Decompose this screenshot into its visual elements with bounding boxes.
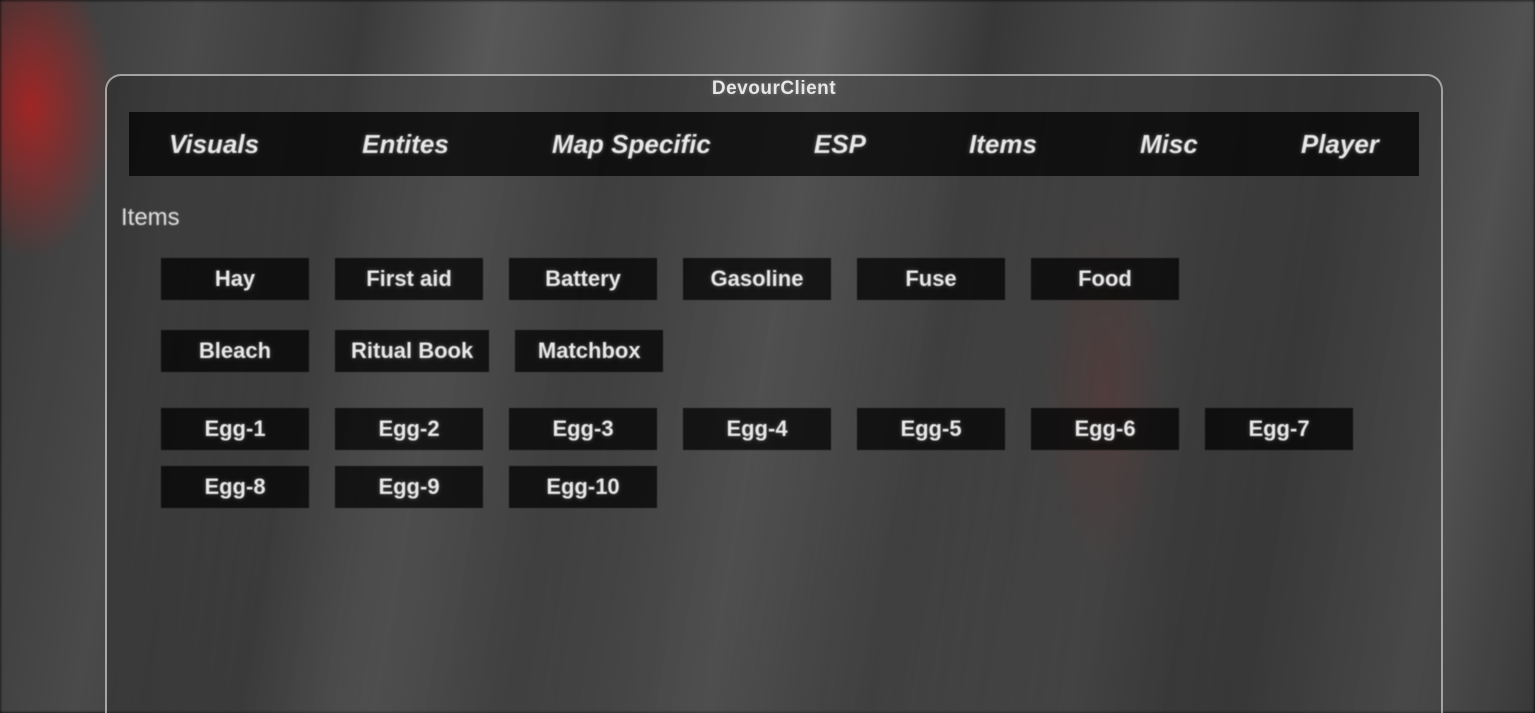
- items-row-2: Bleach Ritual Book Matchbox: [161, 330, 1419, 372]
- items-row-1: Hay First aid Battery Gasoline Fuse Food: [161, 258, 1419, 300]
- cheat-menu-panel: DevourClient Visuals Entites Map Specifi…: [105, 74, 1443, 713]
- tab-visuals[interactable]: Visuals: [169, 129, 259, 160]
- item-ritualbook-button[interactable]: Ritual Book: [335, 330, 489, 372]
- tab-bar: Visuals Entites Map Specific ESP Items M…: [129, 112, 1419, 176]
- items-grid: Hay First aid Battery Gasoline Fuse Food…: [129, 258, 1419, 508]
- section-title: Items: [121, 204, 1419, 232]
- item-hay-button[interactable]: Hay: [161, 258, 309, 300]
- item-food-button[interactable]: Food: [1031, 258, 1179, 300]
- tab-misc[interactable]: Misc: [1140, 129, 1198, 160]
- tab-entities[interactable]: Entites: [362, 129, 449, 160]
- tab-player[interactable]: Player: [1301, 129, 1379, 160]
- item-egg-3-button[interactable]: Egg-3: [509, 408, 657, 450]
- eggs-row-1: Egg-1 Egg-2 Egg-3 Egg-4 Egg-5 Egg-6 Egg-…: [161, 408, 1419, 450]
- tab-items[interactable]: Items: [969, 129, 1037, 160]
- item-egg-9-button[interactable]: Egg-9: [335, 466, 483, 508]
- item-matchbox-button[interactable]: Matchbox: [515, 330, 663, 372]
- item-fuse-button[interactable]: Fuse: [857, 258, 1005, 300]
- item-egg-4-button[interactable]: Egg-4: [683, 408, 831, 450]
- item-battery-button[interactable]: Battery: [509, 258, 657, 300]
- item-egg-7-button[interactable]: Egg-7: [1205, 408, 1353, 450]
- item-egg-2-button[interactable]: Egg-2: [335, 408, 483, 450]
- item-egg-1-button[interactable]: Egg-1: [161, 408, 309, 450]
- item-egg-8-button[interactable]: Egg-8: [161, 466, 309, 508]
- tab-map-specific[interactable]: Map Specific: [552, 129, 711, 160]
- item-egg-10-button[interactable]: Egg-10: [509, 466, 657, 508]
- item-firstaid-button[interactable]: First aid: [335, 258, 483, 300]
- item-gasoline-button[interactable]: Gasoline: [683, 258, 831, 300]
- eggs-row-2: Egg-8 Egg-9 Egg-10: [161, 466, 1419, 508]
- item-egg-6-button[interactable]: Egg-6: [1031, 408, 1179, 450]
- item-egg-5-button[interactable]: Egg-5: [857, 408, 1005, 450]
- item-bleach-button[interactable]: Bleach: [161, 330, 309, 372]
- tab-esp[interactable]: ESP: [814, 129, 866, 160]
- window-title: DevourClient: [107, 78, 1441, 100]
